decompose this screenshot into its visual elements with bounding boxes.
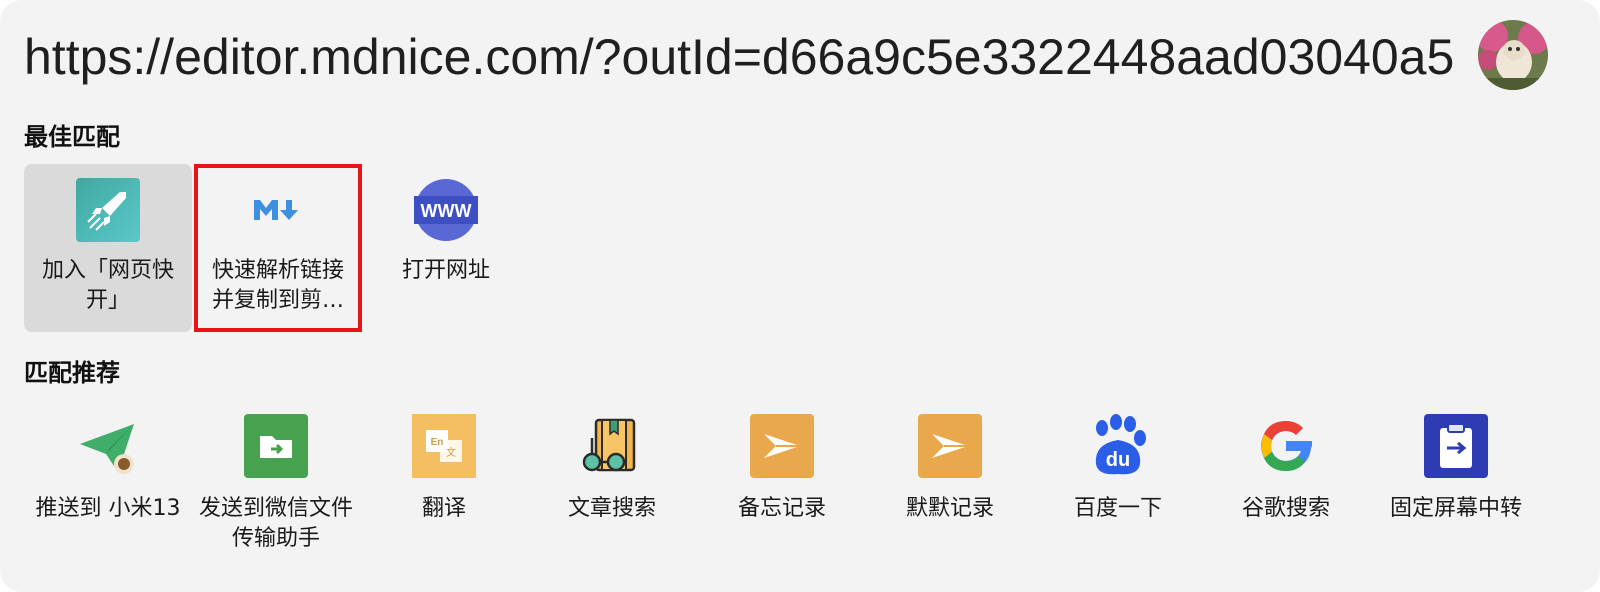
recommend-item-pin-clipboard[interactable]: 固定屏幕中转 xyxy=(1372,414,1540,564)
svg-text:du: du xyxy=(1106,449,1130,471)
recommend-item-label: 推送到 小米13 xyxy=(35,496,181,521)
recommend-item-label: 百度一下 xyxy=(1073,496,1162,521)
silent-memo-icon xyxy=(918,414,982,478)
wechat-file-icon xyxy=(244,414,308,478)
recommend-item-label: 发送到微信文件传输助手 xyxy=(198,496,353,551)
recommend-item-send-wechat[interactable]: 发送到微信文件传输助手 xyxy=(192,414,360,564)
recommend-item-memo[interactable]: 备忘记录 xyxy=(698,414,866,564)
launcher-panel: https://editor.mdnice.com/?outId=d66a9c5… xyxy=(0,0,1600,592)
best-match-item-add-quick-open[interactable]: 加入「网页快开」 xyxy=(24,164,192,332)
rocket-icon xyxy=(76,178,140,242)
google-icon xyxy=(1254,414,1318,478)
best-match-item-label: 加入「网页快开」 xyxy=(41,258,174,313)
send-plane-icon xyxy=(76,414,140,478)
svg-text:WWW: WWW xyxy=(421,201,472,221)
best-match-item-open-url[interactable]: WWW 打开网址 xyxy=(362,164,530,332)
recommend-item-label: 默默记录 xyxy=(905,496,994,521)
translate-icon: En 文 xyxy=(412,414,476,478)
search-input[interactable]: https://editor.mdnice.com/?outId=d66a9c5… xyxy=(24,22,1454,92)
recommend-item-baidu[interactable]: du 百度一下 xyxy=(1034,414,1202,564)
recommend-item-google[interactable]: 谷歌搜索 xyxy=(1202,414,1370,564)
section-recommend-title: 匹配推荐 xyxy=(24,359,120,387)
clipboard-pin-icon xyxy=(1424,414,1488,478)
user-avatar[interactable] xyxy=(1478,20,1548,90)
markdown-icon xyxy=(246,178,310,242)
recommend-item-push-xiaomi[interactable]: 推送到 小米13 xyxy=(24,414,192,564)
recommend-item-label: 文章搜索 xyxy=(567,496,656,521)
recommend-item-silent-memo[interactable]: 默默记录 xyxy=(866,414,1034,564)
recommend-item-label: 固定屏幕中转 xyxy=(1389,496,1522,521)
memo-icon xyxy=(750,414,814,478)
recommend-item-article-search[interactable]: 文章搜索 xyxy=(528,414,696,564)
recommend-item-label: 翻译 xyxy=(421,496,466,521)
best-match-item-label: 打开网址 xyxy=(401,258,490,283)
best-match-item-label: 快速解析链接并复制到剪贴板 xyxy=(211,258,344,313)
article-search-icon xyxy=(580,414,644,478)
best-match-item-md-parse[interactable]: 快速解析链接并复制到剪贴板 xyxy=(194,164,362,332)
svg-text:文: 文 xyxy=(446,446,456,459)
recommend-item-translate[interactable]: En 文 翻译 xyxy=(360,414,528,564)
baidu-icon: du xyxy=(1086,414,1150,478)
recommend-item-label: 备忘记录 xyxy=(737,496,826,521)
www-icon: WWW xyxy=(414,178,478,242)
recommend-item-label: 谷歌搜索 xyxy=(1241,496,1330,521)
section-best-match-title: 最佳匹配 xyxy=(24,123,120,151)
svg-text:En: En xyxy=(431,437,444,448)
